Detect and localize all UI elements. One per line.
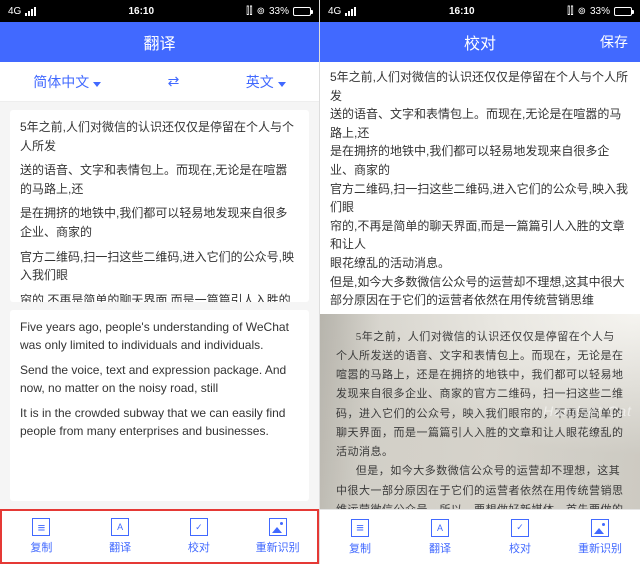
copy-icon — [32, 518, 50, 536]
bottom-toolbar: 复制 翻译 校对 重新识别 — [0, 509, 319, 564]
phone-translate: 4G 16:10 ⫿⫿ ⊚ 33% 翻译 简体中文 ⇄ 英文 5年之前,人们对微… — [0, 0, 320, 564]
network-indicator: 4G — [8, 6, 21, 17]
save-button[interactable]: 保存 — [600, 32, 628, 52]
battery-icon — [293, 7, 311, 16]
vibrate-icon: ⫿⫿ — [246, 6, 252, 17]
vibrate-icon: ⫿⫿ — [567, 6, 573, 17]
copy-icon — [351, 519, 369, 537]
status-bar: 4G 16:10 ⫿⫿ ⊚ 33% — [0, 0, 319, 22]
phone-proofread: 4G 16:10 ⫿⫿ ⊚ 33% 校对 保存 5年之前,人们对微信的认识还仅仅… — [320, 0, 640, 564]
check-icon — [190, 518, 208, 536]
battery-percent: 33% — [269, 6, 289, 17]
wifi-icon: ⊚ — [578, 6, 586, 17]
status-bar: 4G 16:10 ⫿⫿ ⊚ 33% — [320, 0, 640, 22]
battery-percent: 33% — [590, 6, 610, 17]
translate-icon — [111, 518, 129, 536]
translate-button[interactable]: 翻译 — [400, 510, 480, 564]
signal-icon — [345, 7, 356, 16]
image-icon — [269, 518, 287, 536]
rescan-button[interactable]: 重新识别 — [560, 510, 640, 564]
proofread-button[interactable]: 校对 — [160, 511, 239, 562]
translate-icon — [431, 519, 449, 537]
clock: 16:10 — [449, 6, 475, 17]
title-bar: 校对 保存 — [320, 22, 640, 62]
chevron-down-icon — [278, 82, 286, 87]
translated-text-box[interactable]: Five years ago, people's understanding o… — [10, 310, 309, 502]
translate-button[interactable]: 翻译 — [81, 511, 160, 562]
page-title: 校对 — [464, 30, 496, 54]
proofread-content: 5年之前,人们对微信的认识还仅仅是停留在个人与个人所发 送的语音、文字和表情包上… — [320, 62, 640, 509]
original-photo: 5年之前，人们对微信的认识还仅仅是停留在个人与个人所发送的语音、文字和表情包上。… — [320, 314, 640, 509]
translate-content: 5年之前,人们对微信的认识还仅仅是停留在个人与个人所发 送的语音、文字和表情包上… — [0, 102, 319, 509]
copy-button[interactable]: 复制 — [2, 511, 81, 562]
battery-icon — [614, 7, 632, 16]
page-title: 翻译 — [143, 30, 175, 54]
swap-languages-button[interactable]: ⇄ — [168, 73, 180, 90]
proofread-button[interactable]: 校对 — [480, 510, 560, 564]
rescan-button[interactable]: 重新识别 — [238, 511, 317, 562]
recognized-text-box[interactable]: 5年之前,人们对微信的认识还仅仅是停留在个人与个人所发 送的语音、文字和表情包上… — [320, 62, 640, 314]
language-selector-row: 简体中文 ⇄ 英文 — [0, 62, 319, 102]
wifi-icon: ⊚ — [257, 6, 265, 17]
image-icon — [591, 519, 609, 537]
check-icon — [511, 519, 529, 537]
lang-to-button[interactable]: 英文 — [246, 72, 286, 92]
lang-from-button[interactable]: 简体中文 — [33, 72, 101, 92]
title-bar: 翻译 — [0, 22, 319, 62]
clock: 16:10 — [128, 6, 154, 17]
bottom-toolbar: 复制 翻译 校对 重新识别 — [320, 509, 640, 564]
signal-icon — [25, 7, 36, 16]
copy-button[interactable]: 复制 — [320, 510, 400, 564]
source-text-box[interactable]: 5年之前,人们对微信的认识还仅仅是停留在个人与个人所发 送的语音、文字和表情包上… — [10, 110, 309, 302]
network-indicator: 4G — [328, 6, 341, 17]
chevron-down-icon — [93, 82, 101, 87]
